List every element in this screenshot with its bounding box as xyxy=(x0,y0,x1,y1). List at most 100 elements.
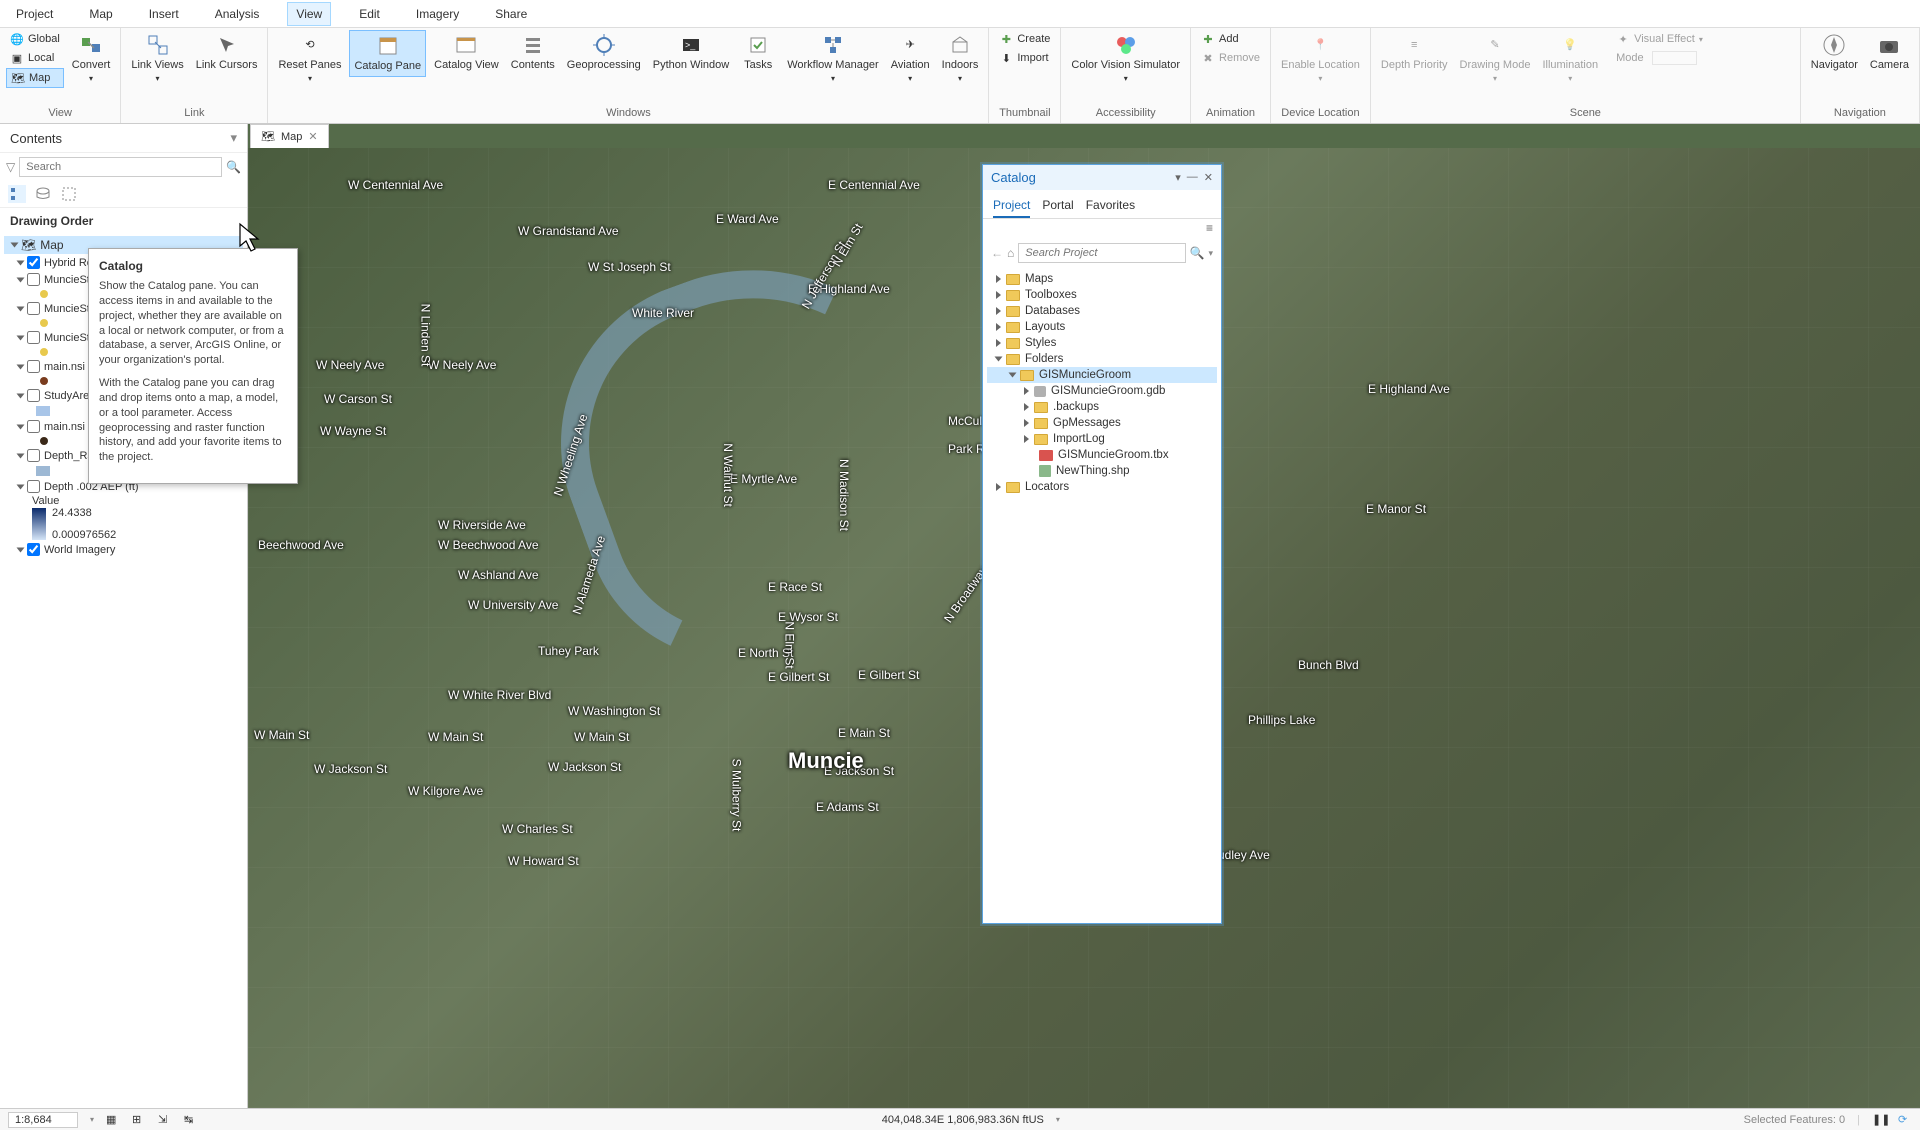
catalog-pane-button[interactable]: Catalog Pane xyxy=(349,30,426,77)
contents-search-input[interactable] xyxy=(19,157,222,177)
expand-icon[interactable] xyxy=(1024,435,1029,443)
expand-icon[interactable] xyxy=(17,393,25,398)
layer-checkbox[interactable] xyxy=(27,389,40,402)
expand-icon[interactable] xyxy=(17,277,25,282)
menu-map[interactable]: Map xyxy=(81,3,120,25)
add-animation-button[interactable]: ✚Add xyxy=(1197,30,1264,48)
grid-icon[interactable]: ▦ xyxy=(106,1113,120,1127)
catalog-item[interactable]: .backups xyxy=(987,399,1217,415)
layer-checkbox[interactable] xyxy=(27,480,40,493)
scale-input[interactable]: 1:8,684 xyxy=(8,1112,78,1128)
layer-checkbox[interactable] xyxy=(27,256,40,269)
contents-menu-icon[interactable]: ▾ xyxy=(230,130,237,146)
catalog-databases[interactable]: Databases xyxy=(987,303,1217,319)
map-tab[interactable]: 🗺 Map ✕ xyxy=(250,124,329,148)
catalog-item[interactable]: GISMuncieGroom.tbx xyxy=(987,447,1217,463)
catalog-item[interactable]: GpMessages xyxy=(987,415,1217,431)
expand-icon[interactable] xyxy=(17,364,25,369)
catalog-view-button[interactable]: Catalog View xyxy=(430,30,503,75)
catalog-item[interactable]: GISMuncieGroom.gdb xyxy=(987,383,1217,399)
expand-icon[interactable] xyxy=(996,323,1001,331)
aviation-button[interactable]: ✈Aviation▾ xyxy=(887,30,934,86)
python-window-button[interactable]: >_Python Window xyxy=(649,30,733,75)
indoors-button[interactable]: Indoors▾ xyxy=(938,30,983,86)
catalog-item[interactable]: NewThing.shp xyxy=(987,463,1217,479)
expand-icon[interactable] xyxy=(996,275,1001,283)
list-by-source-icon[interactable] xyxy=(34,185,52,203)
tasks-button[interactable]: Tasks xyxy=(737,30,779,75)
menu-analysis[interactable]: Analysis xyxy=(207,3,268,25)
layer-checkbox[interactable] xyxy=(27,302,40,315)
home-icon[interactable]: ⌂ xyxy=(1007,246,1014,260)
catalog-styles[interactable]: Styles xyxy=(987,335,1217,351)
expand-icon[interactable] xyxy=(17,453,25,458)
create-thumbnail-button[interactable]: ✚Create xyxy=(995,30,1054,48)
back-icon[interactable]: ← xyxy=(991,246,1003,260)
catalog-maps[interactable]: Maps xyxy=(987,271,1217,287)
catalog-title-bar[interactable]: Catalog ▾ — ✕ xyxy=(983,165,1221,190)
pause-icon[interactable]: ❚❚ xyxy=(1872,1113,1886,1127)
link-cursors-button[interactable]: Link Cursors xyxy=(192,30,262,75)
chevron-down-icon[interactable]: ▾ xyxy=(1208,248,1213,259)
expand-icon[interactable] xyxy=(996,307,1001,315)
expand-icon[interactable] xyxy=(17,547,25,552)
reset-panes-button[interactable]: ⟲Reset Panes▾ xyxy=(274,30,345,86)
refresh-icon[interactable]: ⟳ xyxy=(1898,1113,1912,1127)
menu-view[interactable]: View xyxy=(287,2,331,26)
menu-imagery[interactable]: Imagery xyxy=(408,3,467,25)
layer-checkbox[interactable] xyxy=(27,331,40,344)
expand-icon[interactable] xyxy=(1024,403,1029,411)
snap-icon[interactable]: ⊞ xyxy=(132,1113,146,1127)
catalog-tab-project[interactable]: Project xyxy=(993,194,1030,218)
layer-checkbox[interactable] xyxy=(27,449,40,462)
filter-icon[interactable]: ▽ xyxy=(6,160,15,174)
layer-item[interactable]: World Imagery xyxy=(4,541,243,558)
expand-icon[interactable] xyxy=(1024,387,1029,395)
hamburger-icon[interactable]: ≡ xyxy=(1206,221,1213,235)
import-thumbnail-button[interactable]: ⬇Import xyxy=(995,49,1054,67)
catalog-search-input[interactable] xyxy=(1018,243,1185,263)
contents-button[interactable]: Contents xyxy=(507,30,559,75)
expand-icon[interactable] xyxy=(996,339,1001,347)
menu-share[interactable]: Share xyxy=(487,3,535,25)
expand-icon[interactable] xyxy=(17,424,25,429)
expand-icon[interactable] xyxy=(996,291,1001,299)
close-icon[interactable]: ✕ xyxy=(1204,171,1213,184)
local-button[interactable]: ▣Local xyxy=(6,49,64,67)
camera-button[interactable]: Camera xyxy=(1866,30,1913,75)
layer-checkbox[interactable] xyxy=(27,420,40,433)
coordinates-display[interactable]: 404,048.34E 1,806,983.36N ftUS xyxy=(882,1114,1044,1126)
map-button[interactable]: 🗺Map xyxy=(6,68,64,88)
catalog-folders[interactable]: Folders xyxy=(987,351,1217,367)
convert-button[interactable]: Convert▾ xyxy=(68,30,115,86)
minimize-icon[interactable]: — xyxy=(1187,171,1198,184)
layer-checkbox[interactable] xyxy=(27,360,40,373)
correction-icon[interactable]: ↹ xyxy=(184,1113,198,1127)
workflow-manager-button[interactable]: Workflow Manager▾ xyxy=(783,30,883,86)
menu-edit[interactable]: Edit xyxy=(351,3,388,25)
expand-icon[interactable] xyxy=(17,306,25,311)
catalog-locators[interactable]: Locators xyxy=(987,479,1217,495)
expand-icon[interactable] xyxy=(996,483,1001,491)
menu-insert[interactable]: Insert xyxy=(141,3,187,25)
layer-checkbox[interactable] xyxy=(27,543,40,556)
geoprocessing-button[interactable]: Geoprocessing xyxy=(563,30,645,75)
constraint-icon[interactable]: ⇲ xyxy=(158,1113,172,1127)
layer-checkbox[interactable] xyxy=(27,273,40,286)
catalog-toolboxes[interactable]: Toolboxes xyxy=(987,287,1217,303)
search-icon[interactable]: 🔍 xyxy=(1190,246,1205,260)
catalog-folder-root[interactable]: GISMuncieGroom xyxy=(987,367,1217,383)
navigator-button[interactable]: Navigator xyxy=(1807,30,1862,75)
search-icon[interactable]: 🔍 xyxy=(226,160,241,174)
expand-icon[interactable] xyxy=(11,243,19,248)
close-tab-icon[interactable]: ✕ xyxy=(308,130,317,143)
catalog-tab-portal[interactable]: Portal xyxy=(1042,194,1073,218)
expand-icon[interactable] xyxy=(1024,419,1029,427)
expand-icon[interactable] xyxy=(995,357,1003,362)
list-by-drawing-icon[interactable] xyxy=(8,185,26,203)
catalog-tab-favorites[interactable]: Favorites xyxy=(1086,194,1135,218)
expand-icon[interactable] xyxy=(1009,373,1017,378)
expand-icon[interactable] xyxy=(17,260,25,265)
expand-icon[interactable] xyxy=(17,335,25,340)
expand-icon[interactable] xyxy=(17,484,25,489)
